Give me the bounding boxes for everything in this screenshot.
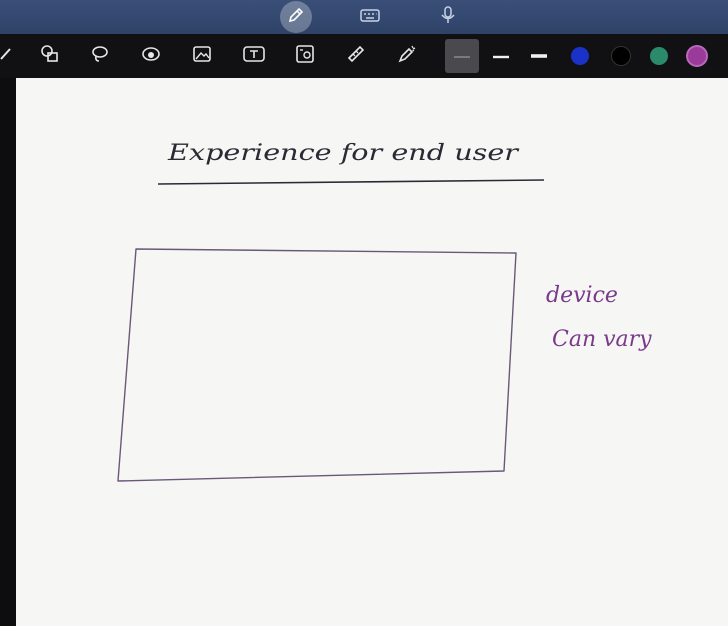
pencil-tool[interactable] [0, 40, 22, 72]
medium-line-style[interactable] [484, 39, 518, 73]
text-box-tool[interactable] [238, 40, 270, 72]
eraser-icon [140, 43, 162, 70]
note-canvas[interactable]: Experience for end user device Can vary [16, 78, 728, 626]
device-screen-sketch [117, 248, 517, 482]
microphone-icon [438, 5, 458, 30]
lasso-icon [89, 43, 111, 70]
photo-tool[interactable] [289, 40, 321, 72]
drawing-toolbar [0, 34, 728, 78]
note-line-1: device [546, 283, 618, 308]
voice-mode-button[interactable] [432, 1, 464, 33]
keyboard-icon [359, 7, 381, 28]
blue-color-swatch[interactable] [571, 47, 589, 65]
ruler-tool[interactable] [340, 40, 372, 72]
heading-ink: Experience for end user [167, 141, 520, 166]
insert-image-tool[interactable] [186, 40, 218, 72]
highlighter-tool[interactable] [391, 40, 423, 72]
shapes-icon [39, 43, 61, 70]
purple-color-swatch[interactable] [688, 47, 706, 65]
ink-layer: Experience for end user device Can vary [117, 141, 652, 482]
thin-line-icon [452, 47, 472, 65]
pencil-icon [0, 44, 16, 69]
shapes-tool[interactable] [34, 40, 66, 72]
photo-icon [294, 43, 316, 70]
green-color-swatch[interactable] [650, 47, 668, 65]
insert-image-icon [191, 43, 213, 70]
lasso-tool[interactable] [84, 40, 116, 72]
black-color-swatch[interactable] [612, 47, 630, 65]
ruler-icon [345, 43, 367, 70]
keyboard-mode-button[interactable] [354, 1, 386, 33]
pen-mode-icon [286, 5, 306, 30]
input-mode-bar [0, 0, 728, 34]
note-line-2: Can vary [552, 327, 652, 352]
thick-line-icon [529, 47, 549, 65]
text-box-icon [242, 43, 266, 70]
heading-underline [157, 179, 545, 185]
medium-line-icon [491, 47, 511, 65]
thin-line-style[interactable] [445, 39, 479, 73]
pen-mode-button[interactable] [280, 1, 312, 33]
thick-line-style[interactable] [522, 39, 556, 73]
highlighter-icon [396, 43, 418, 70]
eraser-tool[interactable] [135, 40, 167, 72]
